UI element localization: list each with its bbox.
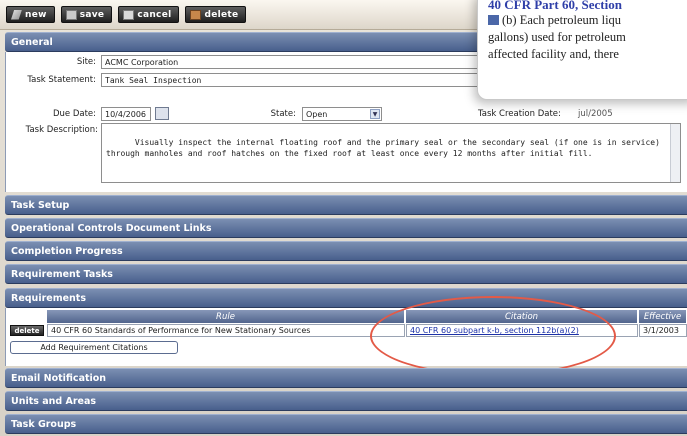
section-operational-controls-label: Operational Controls Document Links: [11, 222, 212, 234]
task-statement-field[interactable]: Tank Seal Inspection: [101, 73, 501, 87]
section-requirement-tasks[interactable]: Requirement Tasks: [5, 264, 687, 284]
section-requirements[interactable]: Requirements: [5, 288, 687, 308]
document-icon: [488, 15, 499, 25]
task-statement-label: Task Statement:: [27, 75, 96, 85]
cancel-button[interactable]: cancel: [118, 6, 180, 23]
row-delete-button[interactable]: delete: [10, 325, 44, 336]
save-button-label: save: [79, 9, 105, 20]
task-creation-label: Task Creation Date:: [478, 109, 561, 119]
section-task-setup-label: Task Setup: [11, 199, 70, 211]
task-description-text: Visually inspect the internal floating r…: [106, 138, 665, 158]
section-requirements-label: Requirements: [11, 292, 87, 304]
section-task-groups[interactable]: Task Groups: [5, 414, 687, 434]
section-email-notification-label: Email Notification: [11, 372, 107, 384]
citation-link[interactable]: 40 CFR 60 subpart k-b, section 112b(a)(2…: [410, 326, 579, 335]
state-select-value: Open: [306, 109, 328, 119]
column-header-citation: Citation: [406, 310, 638, 323]
column-header-effective: Effective: [639, 310, 687, 323]
row-effective: 3/1/2003: [639, 324, 687, 337]
app-frame: new save cancel delete General Site: ACM…: [0, 0, 687, 436]
section-email-notification[interactable]: Email Notification: [5, 368, 687, 388]
new-button-label: new: [25, 9, 47, 20]
column-header-rule: Rule: [47, 310, 405, 323]
task-description-label: Task Description:: [25, 125, 98, 135]
tooltip-title: 40 CFR Part 60, Section: [488, 0, 622, 12]
due-date-label: Due Date:: [52, 109, 96, 119]
tooltip-line-1: (b) Each petroleum liqu: [488, 12, 687, 29]
save-icon: [65, 9, 77, 20]
section-units-areas-label: Units and Areas: [11, 395, 97, 407]
section-completion-progress[interactable]: Completion Progress: [5, 241, 687, 261]
delete-icon: [190, 9, 202, 20]
section-general-label: General: [11, 36, 53, 48]
calendar-icon[interactable]: [155, 107, 169, 120]
section-operational-controls[interactable]: Operational Controls Document Links: [5, 218, 687, 238]
row-citation[interactable]: 40 CFR 60 subpart k-b, section 112b(a)(2…: [406, 324, 638, 337]
site-label: Site:: [76, 57, 96, 67]
tooltip-line-1-text: (b) Each petroleum liqu: [502, 13, 622, 27]
new-icon: [11, 9, 22, 20]
description-scrollbar[interactable]: [670, 124, 680, 182]
task-description-field[interactable]: Visually inspect the internal floating r…: [101, 123, 681, 183]
state-select[interactable]: Open ▼: [302, 107, 382, 121]
task-creation-value: jul/2005: [578, 109, 613, 119]
cancel-icon: [123, 9, 135, 20]
save-button[interactable]: save: [60, 6, 113, 23]
add-requirement-citations-button[interactable]: Add Requirement Citations: [10, 341, 178, 354]
citation-tooltip: 40 CFR Part 60, Section (b) Each petrole…: [477, 0, 687, 100]
section-completion-progress-label: Completion Progress: [11, 245, 123, 257]
due-date-field[interactable]: 10/4/2006: [101, 107, 151, 121]
row-rule: 40 CFR 60 Standards of Performance for N…: [47, 324, 405, 337]
cancel-button-label: cancel: [137, 9, 172, 20]
site-field[interactable]: ACMC Corporation: [101, 55, 501, 69]
section-task-groups-label: Task Groups: [11, 418, 77, 430]
delete-button-label: delete: [204, 9, 239, 20]
delete-button[interactable]: delete: [185, 6, 247, 23]
tooltip-line-3: affected facility and, there: [488, 47, 619, 61]
state-label: State:: [270, 109, 296, 119]
chevron-down-icon: ▼: [370, 109, 380, 119]
section-task-setup[interactable]: Task Setup: [5, 195, 687, 215]
section-units-areas[interactable]: Units and Areas: [5, 391, 687, 411]
new-button[interactable]: new: [6, 6, 55, 23]
section-requirement-tasks-label: Requirement Tasks: [11, 268, 113, 280]
tooltip-line-2: gallons) used for petroleum: [488, 30, 626, 44]
